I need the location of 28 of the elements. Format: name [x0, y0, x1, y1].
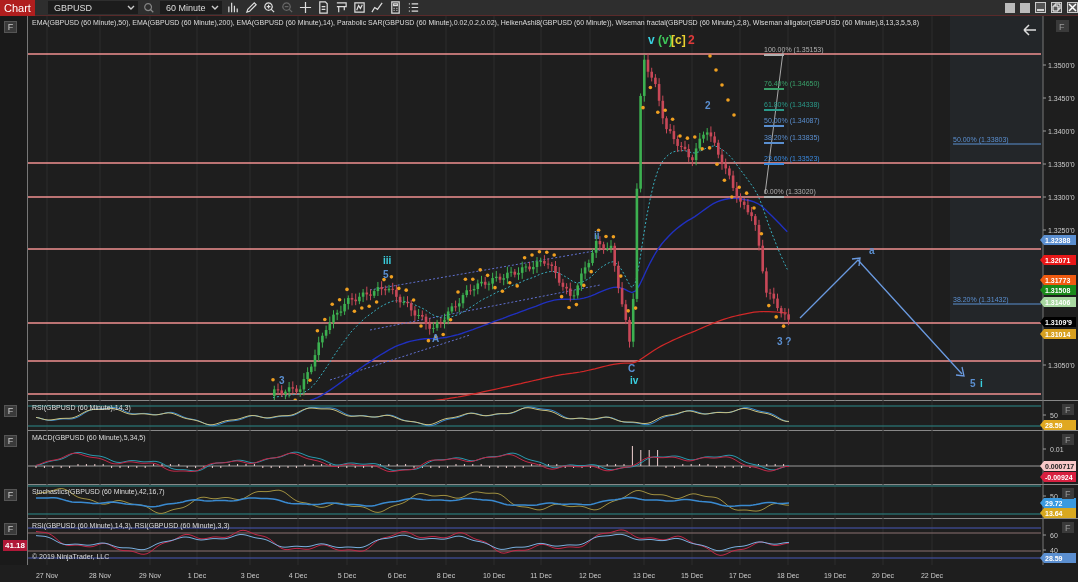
- wave-label: 3: [279, 375, 285, 386]
- wave-label: 5: [383, 269, 389, 280]
- wave-label: 3 ?: [777, 336, 792, 347]
- wave-label: 2: [688, 33, 695, 47]
- panel-f-label: F: [1065, 489, 1071, 499]
- instrument-dropdown[interactable]: GBPUSD: [47, 1, 138, 14]
- wave-label: 5: [970, 378, 976, 389]
- wave-label: ii: [594, 230, 600, 241]
- panel-f-label: F: [1065, 435, 1071, 445]
- chart-title: Chart: [0, 0, 35, 16]
- panel-f-button[interactable]: F: [4, 435, 17, 447]
- wave-label: iii: [383, 255, 392, 266]
- panel-f-button[interactable]: F: [4, 489, 17, 501]
- panel-f-button[interactable]: F: [4, 21, 17, 33]
- wave-label: (v): [658, 33, 673, 47]
- wave-label: iv: [630, 375, 639, 386]
- wave-label: v: [648, 33, 655, 47]
- panel-f-label: F: [1065, 523, 1071, 533]
- panel-f-button[interactable]: F: [4, 405, 17, 417]
- value-tag: 41.18: [3, 540, 28, 551]
- wave-label: [c]: [671, 33, 686, 47]
- panel-f-label: F: [1059, 22, 1065, 32]
- interval-dropdown[interactable]: 60 Minute: [159, 1, 222, 14]
- panel-f-button[interactable]: F: [4, 523, 17, 535]
- wave-label: C: [628, 363, 636, 374]
- wave-label: i: [980, 378, 983, 389]
- wave-label: 2: [705, 100, 711, 111]
- panel-f-label: F: [1065, 405, 1071, 415]
